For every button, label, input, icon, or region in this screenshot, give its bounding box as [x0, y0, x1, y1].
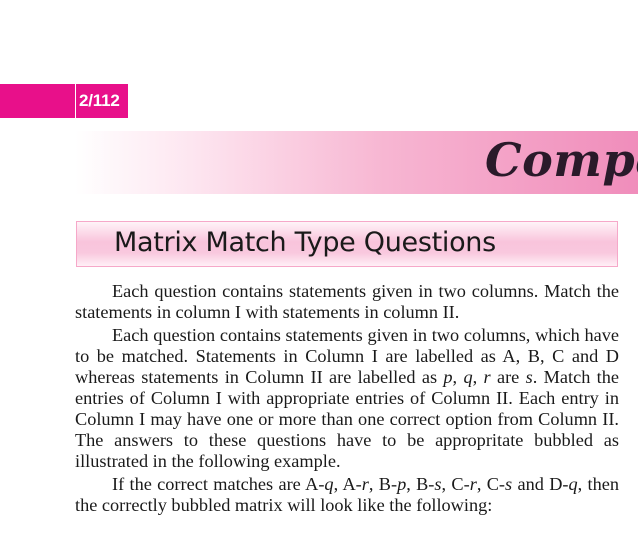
label-q: q	[463, 367, 473, 387]
page-number: 2/112	[79, 91, 120, 110]
match-sep: , C-	[441, 474, 470, 494]
paragraph-3: If the correct matches are A-q, A-r, B-p…	[75, 474, 619, 516]
paragraph-1: Each question contains statements given …	[75, 281, 619, 323]
chapter-title: Competitio	[485, 133, 638, 187]
label-r: r	[483, 367, 491, 387]
match-label: s	[434, 474, 442, 494]
paragraph-3-intro: If the correct matches are A-	[112, 474, 325, 494]
paragraph-2-are: are	[490, 367, 526, 387]
match-sep: , C-	[476, 474, 506, 494]
paragraph-2: Each question contains statements given …	[75, 325, 619, 472]
match-label: q	[568, 474, 578, 494]
match-sep: , A-	[333, 474, 362, 494]
section-title: Matrix Match Type Questions	[114, 227, 496, 258]
label-p: p	[443, 367, 453, 387]
match-label: r	[469, 474, 477, 494]
label-s: s	[525, 367, 533, 387]
match-label: r	[361, 474, 369, 494]
match-sep: and D-	[512, 474, 569, 494]
body-text: Each question contains statements given …	[75, 281, 619, 518]
chapter-banner: Competitio	[75, 131, 638, 194]
paragraph-1-text: Each question contains statements given …	[75, 281, 619, 322]
page-tab-divider	[75, 84, 76, 118]
section-heading-box: Matrix Match Type Questions	[76, 221, 618, 267]
separator: ,	[472, 367, 484, 387]
match-sep: , B-	[406, 474, 435, 494]
match-label: q	[324, 474, 334, 494]
match-sep: , B-	[368, 474, 398, 494]
page-number-tab: 2/112	[0, 84, 128, 118]
match-label: p	[397, 474, 407, 494]
separator: ,	[452, 367, 464, 387]
